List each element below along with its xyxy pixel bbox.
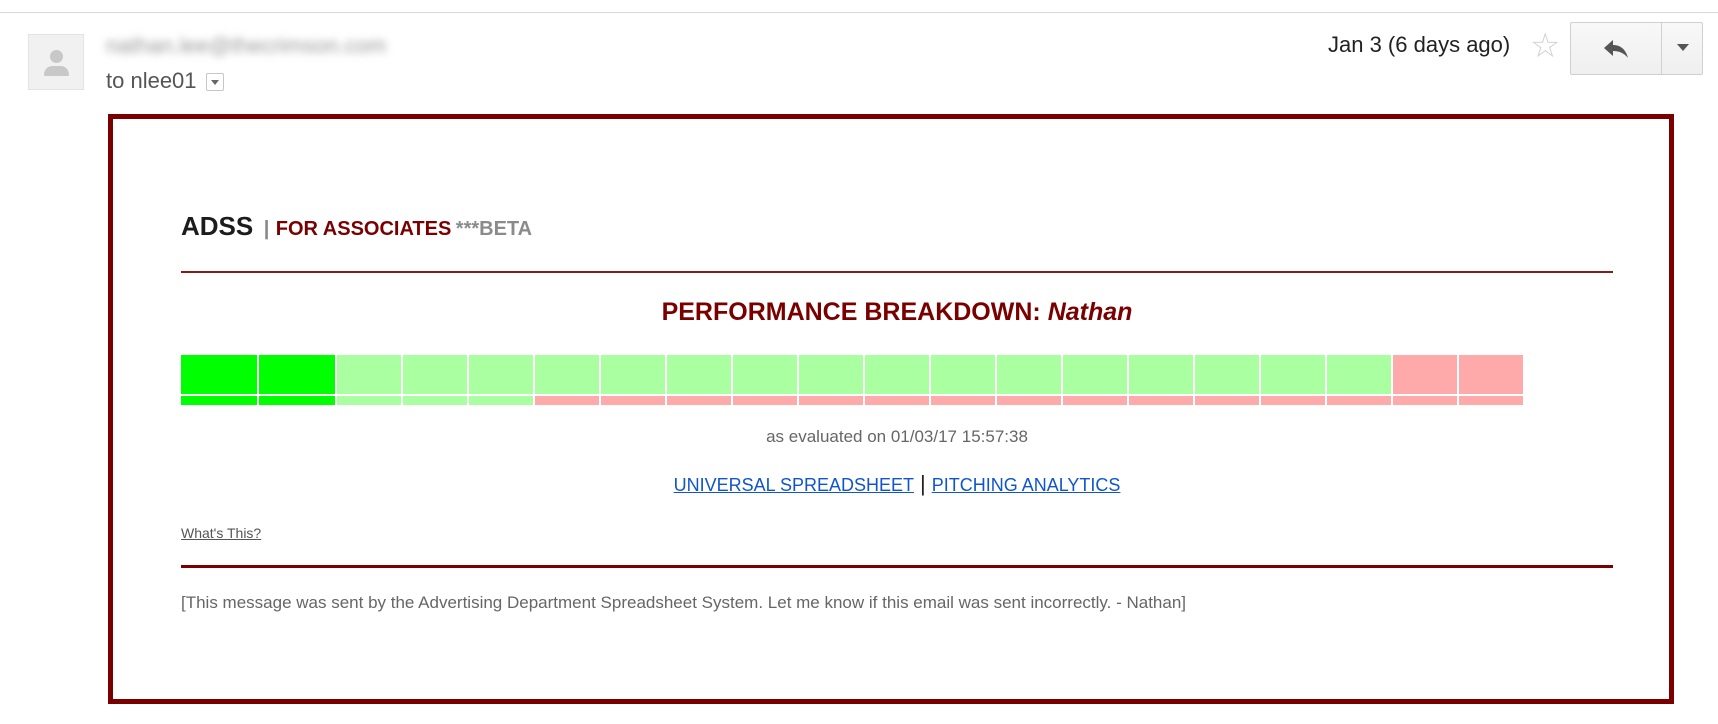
segment-top — [1261, 355, 1325, 394]
sender-email[interactable]: nathan.lee@thecrimson.com — [106, 34, 424, 58]
performance-segment — [931, 355, 995, 405]
beta-label: ***BETA — [455, 218, 533, 240]
segment-top — [259, 355, 335, 394]
segment-bottom — [1195, 396, 1259, 405]
heading-name: Nathan — [1047, 298, 1133, 326]
segment-top — [931, 355, 995, 394]
link-separator: | — [919, 471, 926, 496]
recipient-label: to nlee01 — [106, 68, 197, 93]
segment-bottom — [1261, 396, 1325, 405]
segment-bottom — [799, 396, 863, 405]
segment-top — [181, 355, 257, 394]
segment-bottom — [1063, 396, 1127, 405]
segment-top — [469, 355, 533, 394]
segment-bottom — [1129, 396, 1193, 405]
performance-segment — [1393, 355, 1457, 405]
segment-bottom — [469, 396, 533, 405]
report-links: UNIVERSAL SPREADSHEET | PITCHING ANALYTICS — [181, 472, 1613, 497]
whats-this-link[interactable]: What's This? — [181, 524, 261, 542]
performance-segment — [997, 355, 1061, 405]
segment-top — [1459, 355, 1523, 394]
segment-bottom — [337, 396, 401, 405]
footer-divider — [181, 565, 1613, 568]
performance-segment — [469, 355, 533, 405]
performance-segment — [733, 355, 797, 405]
segment-top — [799, 355, 863, 394]
segment-bottom — [865, 396, 929, 405]
segment-bottom — [259, 396, 335, 405]
segment-bottom — [733, 396, 797, 405]
brand-separator: | — [263, 218, 270, 240]
performance-bar — [181, 355, 1613, 405]
brand-header: ADSS | FOR ASSOCIATES ***BETA — [181, 211, 532, 246]
reply-arrow-icon — [1604, 39, 1628, 58]
segment-top — [1063, 355, 1127, 394]
heading-prefix: PERFORMANCE BREAKDOWN: — [661, 298, 1041, 326]
footer-note: [This message was sent by the Advertisin… — [181, 593, 1187, 612]
performance-segment — [1327, 355, 1391, 405]
segment-top — [1393, 355, 1457, 394]
email-body-card: ADSS | FOR ASSOCIATES ***BETA PERFORMANC… — [108, 114, 1674, 704]
segment-top — [733, 355, 797, 394]
segment-bottom — [601, 396, 665, 405]
segment-top — [535, 355, 599, 394]
performance-segment — [667, 355, 731, 405]
performance-segment — [865, 355, 929, 405]
top-divider — [0, 12, 1718, 13]
segment-top — [1327, 355, 1391, 394]
performance-segment — [1261, 355, 1325, 405]
segment-bottom — [667, 396, 731, 405]
segment-bottom — [997, 396, 1061, 405]
segment-top — [1195, 355, 1259, 394]
performance-segment — [799, 355, 863, 405]
performance-segment — [1195, 355, 1259, 405]
performance-segment — [1459, 355, 1523, 405]
segment-top — [337, 355, 401, 394]
chevron-down-icon[interactable] — [205, 73, 224, 91]
performance-segment — [601, 355, 665, 405]
performance-heading: PERFORMANCE BREAKDOWN: Nathan — [181, 297, 1613, 327]
segment-bottom — [181, 396, 257, 405]
performance-segment — [259, 355, 335, 405]
brand-name: ADSS — [181, 211, 254, 241]
segment-bottom — [1327, 396, 1391, 405]
performance-segment — [181, 355, 257, 405]
performance-segment — [1129, 355, 1193, 405]
avatar-shoulders — [44, 66, 69, 76]
segment-top — [997, 355, 1061, 394]
reply-button[interactable] — [1570, 22, 1662, 75]
segment-top — [403, 355, 467, 394]
segment-bottom — [1393, 396, 1457, 405]
performance-segment — [1063, 355, 1127, 405]
star-icon[interactable]: ☆ — [1530, 28, 1560, 64]
segment-top — [1129, 355, 1193, 394]
performance-segment — [535, 355, 599, 405]
message-date[interactable]: Jan 3 (6 days ago) — [1328, 32, 1510, 58]
header-divider — [181, 271, 1613, 273]
more-options-button[interactable] — [1661, 22, 1703, 75]
segment-bottom — [535, 396, 599, 405]
evaluated-timestamp: as evaluated on 01/03/17 15:57:38 — [766, 427, 1028, 446]
segment-top — [865, 355, 929, 394]
pitching-analytics-link[interactable]: PITCHING ANALYTICS — [932, 475, 1121, 495]
segment-top — [667, 355, 731, 394]
segment-bottom — [403, 396, 467, 405]
performance-segment — [403, 355, 467, 405]
person-avatar-icon[interactable] — [28, 34, 84, 90]
segment-top — [601, 355, 665, 394]
segment-bottom — [1459, 396, 1523, 405]
universal-spreadsheet-link[interactable]: UNIVERSAL SPREADSHEET — [674, 475, 914, 495]
segment-bottom — [931, 396, 995, 405]
avatar-head — [50, 50, 63, 63]
performance-segment — [337, 355, 401, 405]
brand-tagline: FOR ASSOCIATES — [275, 218, 452, 240]
recipient-line: to nlee01 — [106, 68, 224, 94]
